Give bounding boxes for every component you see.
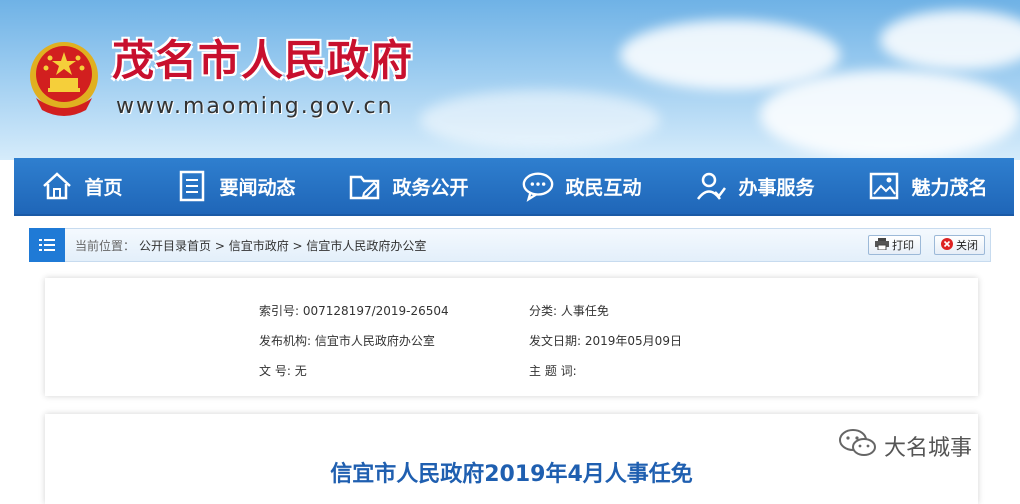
breadcrumb-bar: 当前位置： 公开目录首页 > 信宜市政府 > 信宜市人民政府办公室 打印 关闭: [29, 228, 991, 262]
site-url: www.maoming.gov.cn: [116, 94, 394, 119]
publisher: 发布机构: 信宜市人民政府办公室: [259, 332, 435, 349]
nav-item-news[interactable]: 要闻动态: [175, 169, 296, 203]
close-button[interactable]: 关闭: [934, 235, 985, 255]
person-service-icon: [694, 169, 728, 203]
nav-label: 首页: [84, 176, 123, 199]
national-emblem-icon: [26, 38, 102, 118]
field-value: 2019年05月09日: [584, 334, 682, 348]
nav-label: 要闻动态: [219, 176, 296, 199]
watermark-text: 大名城事: [884, 436, 973, 461]
list-icon: [29, 228, 65, 262]
publish-date: 发文日期: 2019年05月09日: [529, 332, 682, 349]
field-value: 信宜市人民政府办公室: [314, 334, 435, 348]
field-label: 索引号:: [259, 304, 300, 318]
field-label: 主 题 词:: [529, 364, 577, 378]
nav-item-interaction[interactable]: 政民互动: [521, 169, 642, 203]
field-value: 人事任免: [560, 304, 609, 318]
nav-label: 政务公开: [392, 176, 469, 199]
nav-label: 办事服务: [738, 176, 815, 199]
nav-label: 魅力茂名: [911, 176, 988, 199]
nav-item-home[interactable]: 首页: [40, 169, 123, 203]
main-nav: 首页 要闻动态 政务公开 政民互动 办事服务 魅力茂名: [14, 158, 1014, 216]
field-value: 007128197/2019-26504: [302, 304, 449, 318]
metadata-panel: 索引号: 007128197/2019-26504 分类: 人事任免 发布机构:…: [45, 278, 978, 396]
cloud-decoration: [880, 10, 1020, 70]
picture-icon: [867, 169, 901, 203]
field-label: 发文日期:: [529, 334, 582, 348]
index-number: 索引号: 007128197/2019-26504: [259, 302, 449, 319]
watermark: 大名城事: [838, 428, 972, 464]
nav-item-services[interactable]: 办事服务: [694, 169, 815, 203]
site-title: 茂名市人民政府: [112, 36, 414, 85]
field-value: 无: [294, 364, 307, 378]
cloud-decoration: [420, 90, 660, 150]
print-button[interactable]: 打印: [868, 235, 921, 255]
category: 分类: 人事任免: [529, 302, 609, 319]
nav-item-charm[interactable]: 魅力茂名: [867, 169, 988, 203]
field-label: 发布机构:: [259, 334, 312, 348]
wechat-icon: [838, 428, 878, 464]
field-label: 分类:: [529, 304, 558, 318]
breadcrumb[interactable]: 公开目录首页 > 信宜市政府 > 信宜市人民政府办公室: [139, 237, 426, 254]
folder-icon: [348, 169, 382, 203]
document-icon: [175, 169, 209, 203]
keywords: 主 题 词:: [529, 362, 577, 379]
close-label: 关闭: [956, 239, 978, 252]
printer-icon: [875, 237, 889, 253]
cloud-decoration: [760, 70, 1020, 160]
field-label: 文 号:: [259, 364, 291, 378]
nav-label: 政民互动: [565, 176, 642, 199]
print-label: 打印: [892, 239, 914, 252]
breadcrumb-label: 当前位置：: [75, 238, 136, 253]
home-icon: [40, 169, 74, 203]
close-icon: [941, 237, 953, 253]
chat-icon: [521, 169, 555, 203]
nav-item-gov-affairs[interactable]: 政务公开: [348, 169, 469, 203]
document-number: 文 号: 无: [259, 362, 307, 379]
